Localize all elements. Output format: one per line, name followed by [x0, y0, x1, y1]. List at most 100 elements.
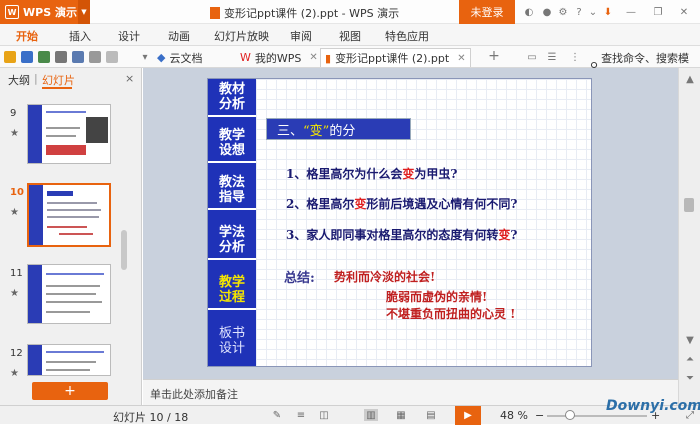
app-name: WPS 演示	[23, 6, 77, 19]
close-panel-icon[interactable]: ×	[125, 72, 134, 85]
app-menu-button[interactable]: W WPS 演示 ▼	[0, 0, 90, 24]
tab-home[interactable]: 开始	[16, 28, 38, 44]
save-icon[interactable]	[21, 51, 33, 63]
open-icon[interactable]	[4, 51, 16, 63]
question-3: 3、家人即同事对格里高尔的态度有何转变?	[286, 228, 518, 242]
tab-features[interactable]: 特色应用	[385, 28, 429, 44]
scroll-down-icon[interactable]: ▼	[683, 333, 697, 347]
window-minimize-icon[interactable]: —	[624, 5, 638, 19]
active-tab-underline	[42, 87, 72, 89]
preview-icon[interactable]	[72, 51, 84, 63]
export-icon[interactable]	[38, 51, 50, 63]
comments-icon[interactable]: ≡	[294, 409, 308, 421]
customize-dropdown-icon[interactable]: ▾	[138, 50, 152, 64]
star-icon: ★	[10, 288, 19, 299]
wps-icon: W	[240, 51, 251, 64]
notes-placeholder: 单击此处添加备注	[150, 388, 238, 401]
tab-animation[interactable]: 动画	[168, 28, 190, 44]
star-icon: ★	[10, 207, 19, 218]
tab-current-doc[interactable]: ▮ 变形记ppt课件 (2).ppt ✕	[320, 48, 471, 67]
canvas-scrollbar[interactable]: ▲ ▼ ⏶ ⏷	[678, 68, 700, 405]
nav-item-teaching-process[interactable]: 教学 过程	[208, 272, 256, 310]
slide-thumbnail[interactable]	[27, 264, 111, 324]
redo-icon[interactable]	[106, 51, 118, 63]
close-icon[interactable]: ✕	[309, 52, 317, 63]
chevron-down-icon[interactable]: ▼	[78, 0, 90, 24]
minimize-ribbon-icon[interactable]: ⌄	[586, 5, 600, 19]
star-icon: ★	[10, 368, 19, 379]
slides-scrollbar[interactable]	[120, 218, 128, 338]
window-restore-icon[interactable]: ❐	[651, 5, 665, 19]
skin-icon[interactable]: ◐	[522, 5, 536, 19]
slide-counter: 幻灯片 10 / 18	[113, 411, 189, 424]
status-bar: 幻灯片 10 / 18 ✎ ≡ ◫ ▥ ▦ ▤ ▶ 48 % − + ⤢	[0, 405, 700, 425]
tab-review[interactable]: 审阅	[290, 28, 312, 44]
tab-view[interactable]: 视图	[339, 28, 361, 44]
tab-design[interactable]: 设计	[118, 28, 140, 44]
wps-logo-icon: W	[5, 5, 19, 19]
add-slide-button[interactable]: +	[32, 382, 108, 400]
scroll-up-icon[interactable]: ▲	[683, 72, 697, 86]
ppt-file-icon	[210, 7, 220, 19]
slide-nav-sidebar: 教材 分析 教学 设想 教法 指导 学法 分析 教学 过程 板书 设计	[208, 79, 256, 366]
more-icon[interactable]: ⋮	[568, 50, 582, 64]
print-icon[interactable]	[55, 51, 67, 63]
scrollbar-thumb[interactable]	[121, 230, 127, 270]
prev-slide-icon[interactable]: ⏶	[683, 352, 697, 366]
tab-cloud-docs[interactable]: ◆ 云文档	[153, 48, 206, 67]
list-icon[interactable]: ☰	[545, 50, 559, 64]
slide-title: 三、 “变” 的分	[266, 118, 411, 140]
nav-item-board-design[interactable]: 板书 设计	[208, 322, 256, 360]
summary-label: 总结:	[284, 271, 315, 286]
normal-view-icon[interactable]: ▥	[364, 409, 378, 421]
window-title: 变形记ppt课件 (2).ppt - WPS 演示	[210, 5, 399, 21]
settings-icon[interactable]: ⚙	[556, 5, 570, 19]
nav-item-textbook-analysis[interactable]: 教材 分析	[208, 79, 256, 117]
nav-item-method-guide[interactable]: 教法 指导	[208, 172, 256, 210]
nav-item-teaching-plan[interactable]: 教学 设想	[208, 125, 256, 163]
next-slide-icon[interactable]: ⏷	[683, 371, 697, 385]
tab-my-wps[interactable]: W 我的WPS ✕	[236, 48, 322, 67]
cloud-icon: ◆	[157, 51, 166, 64]
summary-line-3: 不堪重负而扭曲的心灵 !	[386, 307, 516, 321]
zoom-slider-handle[interactable]	[565, 410, 575, 420]
help-icon[interactable]: ?	[572, 5, 586, 19]
slide-thumbnail[interactable]	[27, 344, 111, 376]
notes-area[interactable]: 单击此处添加备注	[143, 379, 678, 405]
ppt-file-icon: ▮	[325, 51, 332, 65]
summary-line-1: 势利而冷淡的社会!	[334, 270, 436, 284]
save-cloud-icon[interactable]: ⬇	[601, 5, 615, 19]
undo-icon[interactable]	[89, 51, 101, 63]
sorter-view-icon[interactable]: ▦	[394, 409, 408, 421]
add-tab-icon[interactable]: +	[487, 48, 501, 64]
close-icon[interactable]: ✕	[457, 53, 465, 64]
current-slide[interactable]: 教材 分析 教学 设想 教法 指导 学法 分析 教学 过程 板书 设计 三、 “…	[207, 78, 592, 367]
ribbon-tabs: 开始 插入 设计 动画 幻灯片放映 审阅 视图 特色应用	[0, 24, 700, 46]
tab-slideshow[interactable]: 幻灯片放映	[214, 28, 269, 44]
backup-icon[interactable]: ◫	[317, 409, 331, 421]
question-1: 1、格里高尔为什么会变为甲虫?	[286, 167, 458, 181]
slideshow-play-button[interactable]: ▶	[455, 406, 481, 425]
watermark: Downyi.com	[606, 398, 700, 414]
login-button[interactable]: 未登录	[459, 0, 515, 24]
tab-outline[interactable]: 大纲	[8, 72, 30, 88]
nav-item-learning-analysis[interactable]: 学法 分析	[208, 222, 256, 260]
star-icon: ★	[10, 128, 19, 139]
tab-slides[interactable]: 幻灯片	[42, 72, 75, 88]
feedback-icon[interactable]: ●	[540, 5, 554, 19]
slides-panel: 大纲 | 幻灯片 × 9 ★ 10 ★ 11 ★ 12 ★ +	[0, 68, 142, 405]
zoom-slider[interactable]	[547, 415, 647, 417]
slide-thumbnail[interactable]	[27, 104, 111, 164]
title-bar: W WPS 演示 ▼ 变形记ppt课件 (2).ppt - WPS 演示 未登录…	[0, 0, 700, 24]
zoom-out-button[interactable]: −	[535, 409, 544, 422]
reading-view-icon[interactable]: ▤	[424, 409, 438, 421]
question-2: 2、格里高尔变形前后境遇及心情有何不同?	[286, 197, 518, 211]
summary-line-2: 脆弱而虚伪的亲情!	[386, 290, 488, 304]
scrollbar-thumb[interactable]	[684, 198, 694, 212]
quick-toolbar: ▾ ◆ 云文档 W 我的WPS ✕ ▮ 变形记ppt课件 (2).ppt ✕ +…	[0, 46, 700, 81]
notes-toggle-icon[interactable]: ✎	[270, 409, 284, 421]
window-close-icon[interactable]: ✕	[677, 5, 691, 19]
tab-insert[interactable]: 插入	[69, 28, 91, 44]
slide-thumbnail[interactable]	[27, 183, 111, 247]
view-icon[interactable]: ▭	[525, 50, 539, 64]
